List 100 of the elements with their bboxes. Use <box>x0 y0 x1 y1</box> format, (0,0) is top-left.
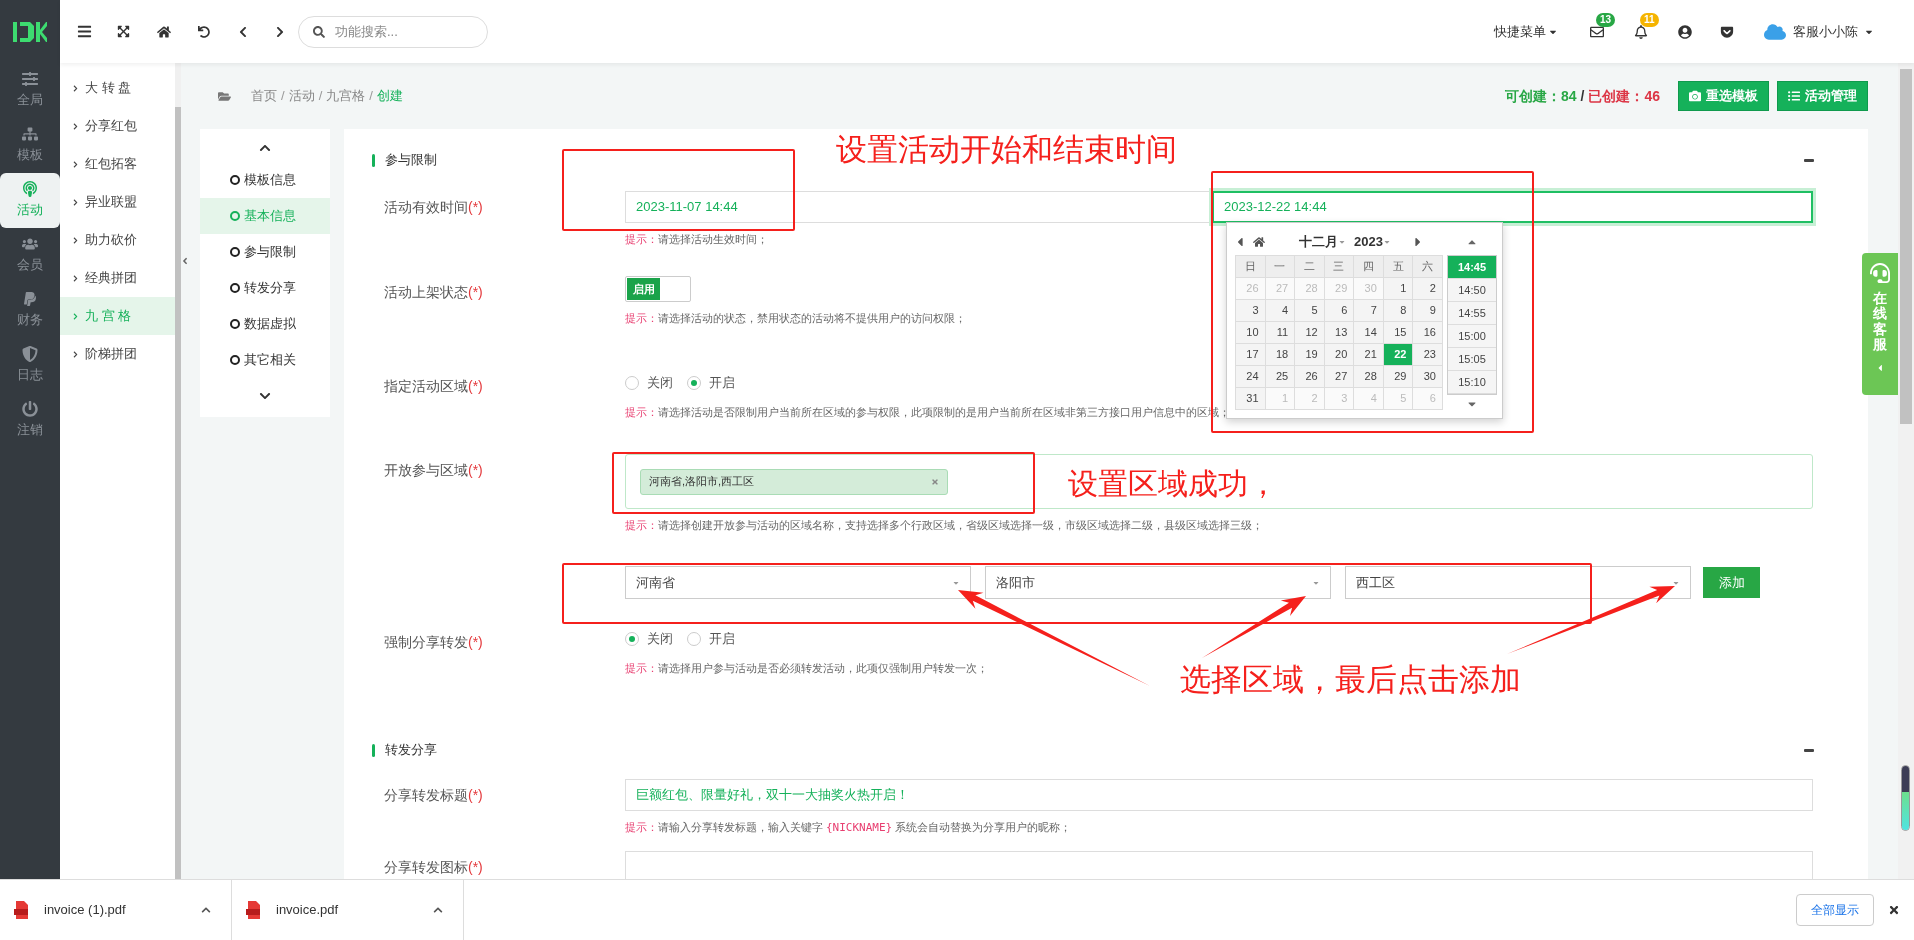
calendar-day[interactable]: 26 <box>1295 366 1325 388</box>
logo-icon[interactable] <box>13 21 47 42</box>
calendar-day[interactable]: 27 <box>1324 366 1355 388</box>
breadcrumb-item[interactable]: 首页 <box>251 86 277 106</box>
calendar-day[interactable]: 9 <box>1413 300 1443 322</box>
calendar-day[interactable]: 24 <box>1236 366 1266 388</box>
calendar-day[interactable]: 19 <box>1295 344 1325 366</box>
calendar-day[interactable]: 7 <box>1354 300 1384 322</box>
refresh-icon[interactable] <box>198 25 210 38</box>
calendar-day[interactable]: 8 <box>1383 300 1414 322</box>
time-option[interactable]: 15:00 <box>1448 325 1496 348</box>
anchor-nav-item[interactable]: 模板信息 <box>200 162 330 198</box>
scroll-down-icon[interactable] <box>259 390 271 402</box>
time-option[interactable]: 14:55 <box>1448 302 1496 325</box>
anchor-nav-item[interactable]: 转发分享 <box>200 270 330 306</box>
calendar-day[interactable]: 23 <box>1413 344 1443 366</box>
created-count: 已创建：46 <box>1588 86 1660 106</box>
collapse-icon[interactable] <box>1804 748 1814 752</box>
region-select[interactable]: 洛阳市 <box>985 566 1331 599</box>
calendar-day[interactable]: 28 <box>1354 366 1384 388</box>
search-input[interactable]: 功能搜索... <box>335 21 465 42</box>
rail-item[interactable]: 全局 <box>0 63 60 118</box>
scroll-up-icon[interactable] <box>259 142 271 154</box>
calendar-day[interactable]: 12 <box>1295 322 1325 344</box>
radio-button[interactable] <box>687 376 701 390</box>
expand-icon[interactable] <box>433 905 443 915</box>
rail-item[interactable]: 会员 <box>0 228 60 283</box>
prev-month-icon[interactable] <box>1235 235 1245 249</box>
pocket-icon[interactable] <box>1720 24 1734 39</box>
calendar-day[interactable]: 16 <box>1413 322 1443 344</box>
collapse-icon[interactable] <box>1804 158 1814 162</box>
calendar-day[interactable]: 17 <box>1236 344 1266 366</box>
expand-icon[interactable] <box>201 905 211 915</box>
mail-icon[interactable] <box>1590 24 1604 39</box>
remove-icon[interactable] <box>931 477 939 486</box>
time-option[interactable]: 14:50 <box>1448 279 1496 302</box>
sub-menu-item[interactable]: 异业联盟 <box>60 183 175 221</box>
show-all-button[interactable]: 全部显示 <box>1796 894 1874 926</box>
calendar-day[interactable]: 4 <box>1265 300 1296 322</box>
sub-menu-item[interactable]: 分享红包 <box>60 107 175 145</box>
sub-menu-item[interactable]: 经典拼团 <box>60 259 175 297</box>
quick-menu-button[interactable]: 快捷菜单 <box>1494 21 1558 42</box>
scrollbar-thumb[interactable] <box>175 107 181 879</box>
anchor-nav-item[interactable]: 参与限制 <box>200 234 330 270</box>
user-icon[interactable] <box>1678 24 1692 39</box>
sub-menu-item[interactable]: 助力砍价 <box>60 221 175 259</box>
calendar-day[interactable]: 11 <box>1265 322 1296 344</box>
radio-button[interactable] <box>687 632 701 646</box>
hint-label: 提示： <box>625 518 658 532</box>
anchor-nav-item[interactable]: 其它相关 <box>200 342 330 378</box>
calendar-day[interactable]: 3 <box>1236 300 1266 322</box>
sub-menu-item[interactable]: 大 转 盘 <box>60 69 175 107</box>
home-icon[interactable] <box>157 24 171 39</box>
year-select[interactable]: 2023 <box>1354 232 1391 252</box>
bell-icon[interactable] <box>1634 24 1648 39</box>
download-item[interactable]: invoice (1).pdf <box>0 880 232 940</box>
calendar-day[interactable]: 10 <box>1236 322 1266 344</box>
calendar-day[interactable]: 30 <box>1413 366 1443 388</box>
region-select[interactable]: 西工区 <box>1345 566 1691 599</box>
forward-icon[interactable] <box>274 25 286 38</box>
rail-item[interactable]: 注销 <box>0 393 60 448</box>
calendar-day[interactable]: 31 <box>1236 388 1266 410</box>
download-item[interactable]: invoice.pdf <box>232 880 464 940</box>
calendar-day[interactable]: 21 <box>1354 344 1384 366</box>
fullscreen-icon[interactable] <box>117 25 130 38</box>
region-select[interactable]: 河南省 <box>625 566 971 599</box>
collapse-icon[interactable] <box>181 256 189 266</box>
calendar-day[interactable]: 25 <box>1265 366 1296 388</box>
calendar-day[interactable]: 18 <box>1265 344 1296 366</box>
menu-icon[interactable] <box>77 24 92 39</box>
sub-menu-item[interactable]: 红包拓客 <box>60 145 175 183</box>
calendar-day[interactable]: 5 <box>1295 300 1325 322</box>
section-title: 参与限制 <box>385 151 437 170</box>
rail-item[interactable]: 日志 <box>0 338 60 393</box>
rail-item[interactable]: 财务 <box>0 283 60 338</box>
calendar-day[interactable]: 29 <box>1383 366 1414 388</box>
back-icon[interactable] <box>237 25 249 38</box>
close-icon[interactable] <box>1888 904 1900 916</box>
radio-button[interactable] <box>625 632 639 646</box>
calendar-day[interactable]: 14 <box>1354 322 1384 344</box>
calendar-day[interactable]: 2 <box>1413 278 1443 300</box>
home-icon[interactable] <box>1253 236 1265 248</box>
rail-item[interactable]: 模板 <box>0 118 60 173</box>
calendar-day[interactable]: 20 <box>1324 344 1355 366</box>
weekday-header: 日 <box>1236 256 1266 278</box>
sub-menu-item[interactable]: 阶梯拼团 <box>60 335 175 373</box>
calendar-day[interactable]: 15 <box>1383 322 1414 344</box>
next-month-icon[interactable] <box>1412 235 1423 249</box>
calendar-day[interactable]: 1 <box>1383 278 1414 300</box>
time-option[interactable]: 15:10 <box>1448 371 1496 394</box>
hint-label: 提示： <box>625 405 658 419</box>
calendar-day[interactable]: 6 <box>1324 300 1355 322</box>
month-select[interactable]: 十二月 <box>1299 232 1346 252</box>
user-menu-button[interactable]: 客服小小陈 <box>1793 21 1874 42</box>
radio-button[interactable] <box>625 376 639 390</box>
anchor-nav-item[interactable]: 数据虚拟 <box>200 306 330 342</box>
time-option[interactable]: 15:05 <box>1448 348 1496 371</box>
calendar-day[interactable]: 13 <box>1324 322 1355 344</box>
broadcast-icon <box>22 181 38 198</box>
scrollbar-thumb[interactable] <box>1900 69 1912 424</box>
